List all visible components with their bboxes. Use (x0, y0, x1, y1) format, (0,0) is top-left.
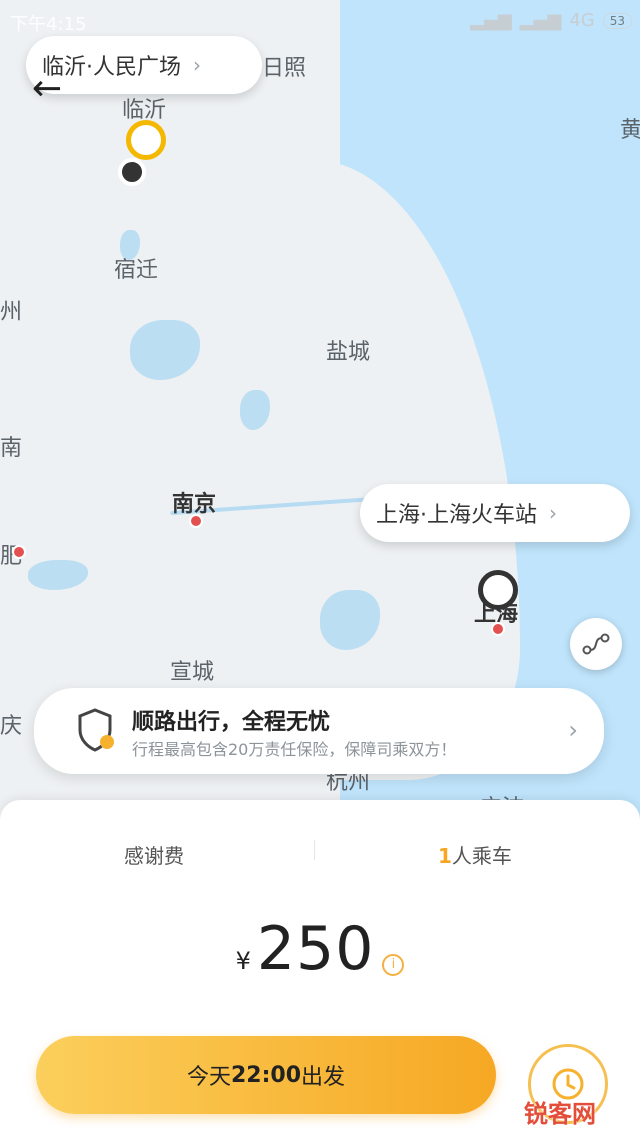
city-label-huang: 黄 (620, 118, 640, 143)
chevron-right-icon: › (549, 501, 557, 525)
thanks-fee-tab[interactable]: 感谢费 (124, 840, 184, 869)
chevron-right-icon: › (193, 53, 201, 77)
destination-bubble[interactable]: 上海·上海火车站 › (360, 484, 630, 542)
tab-divider (314, 840, 315, 860)
city-label-left: 庆 (0, 714, 23, 739)
origin-pin[interactable] (126, 120, 166, 160)
route-button[interactable] (570, 618, 622, 670)
lake (130, 320, 200, 380)
insurance-banner[interactable]: 顺路出行，全程无忧 行程最高包含20万责任保险，保障司乘双方！ › (34, 688, 604, 774)
destination-label: 上海·上海火车站 (376, 503, 537, 528)
depart-time: 22:00 (230, 1062, 302, 1088)
origin-location-marker (118, 158, 146, 186)
city-dot (189, 514, 203, 528)
network-type: 4G (569, 10, 595, 31)
city-label-rizhao: 日照 (262, 56, 307, 81)
price-display: ¥250 i (0, 914, 640, 984)
city-label-left: 州 (0, 300, 23, 325)
origin-label: 临沂·人民广场 (42, 55, 181, 80)
depart-suffix: 出发 (301, 1065, 346, 1090)
booking-sheet: 感谢费 1人乘车 ¥250 i 今天 22:00 出发 (0, 800, 640, 1138)
signal-icon: ▂▄▆ (519, 10, 562, 31)
passenger-count-tab[interactable]: 1人乘车 (438, 840, 512, 869)
origin-pin-icon (126, 120, 166, 160)
signal-icon: ▂▄▆ (470, 10, 512, 31)
lake (28, 560, 88, 590)
passenger-suffix: 人乘车 (451, 844, 512, 868)
depart-button[interactable]: 今天 22:00 出发 (36, 1036, 496, 1114)
passenger-count: 1 (438, 844, 452, 868)
currency-symbol: ¥ (235, 947, 251, 975)
city-label-yancheng: 盐城 (326, 340, 371, 365)
city-dot (491, 622, 505, 636)
destination-pin-icon (478, 570, 518, 610)
watermark-logo: 锐客网 (524, 1100, 596, 1128)
chevron-right-icon: › (568, 716, 578, 744)
route-icon (582, 633, 610, 655)
location-dot-icon (118, 158, 146, 186)
city-label-xuancheng: 宣城 (170, 660, 215, 685)
price-value: 250 (256, 914, 375, 984)
destination-pin[interactable] (478, 570, 518, 610)
status-bar: 下午4:15 ▂▄▆ ▂▄▆ 4G 53 (0, 0, 640, 40)
info-icon[interactable]: i (382, 953, 405, 976)
city-dot (12, 545, 26, 559)
depart-prefix: 今天 (186, 1065, 231, 1090)
city-label-left: 南 (0, 436, 23, 461)
city-label-suqian: 宿迁 (114, 258, 159, 283)
shield-icon (78, 708, 114, 752)
back-arrow-icon[interactable]: ← (32, 68, 62, 109)
battery-icon: 53 (602, 12, 632, 29)
status-indicators: ▂▄▆ ▂▄▆ 4G 53 (470, 10, 632, 31)
insurance-subtitle: 行程最高包含20万责任保险，保障司乘双方！ (132, 740, 457, 759)
lake (240, 390, 270, 430)
insurance-title: 顺路出行，全程无忧 (132, 710, 331, 735)
status-time: 下午4:15 (10, 14, 87, 35)
